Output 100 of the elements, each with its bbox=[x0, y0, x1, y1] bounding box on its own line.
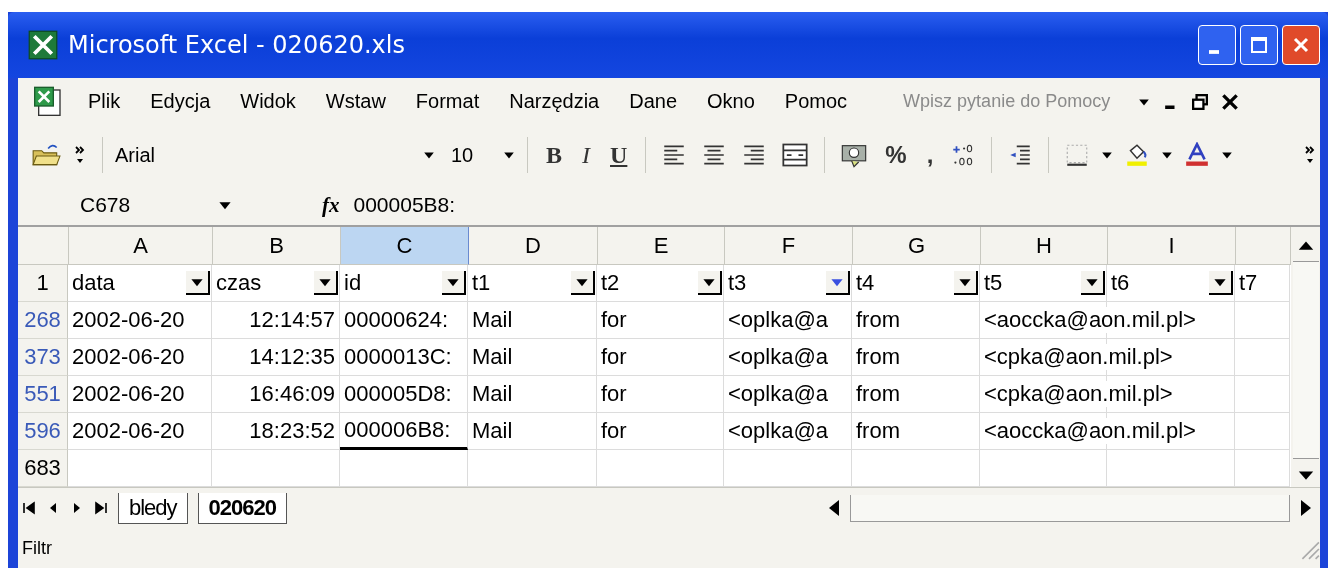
workbook-icon[interactable] bbox=[32, 85, 64, 118]
table-cell bbox=[1235, 413, 1290, 450]
filter-dropdown-button[interactable] bbox=[442, 271, 466, 295]
underline-button[interactable]: U bbox=[604, 141, 634, 169]
font-color-icon[interactable] bbox=[1184, 142, 1211, 168]
function-label[interactable]: fx bbox=[322, 192, 340, 218]
table-cell: for bbox=[597, 339, 724, 376]
maximize-button[interactable] bbox=[1240, 25, 1278, 65]
font-name-field[interactable]: Arial bbox=[115, 143, 155, 167]
table-cell: t3 bbox=[728, 270, 747, 296]
bold-button[interactable]: B bbox=[540, 141, 568, 169]
table-cell bbox=[1235, 376, 1290, 413]
menu-item[interactable]: Okno bbox=[707, 90, 755, 113]
column-header[interactable]: D bbox=[469, 227, 598, 265]
sheet-tab[interactable]: 020620 bbox=[197, 492, 287, 524]
table-cell: 14:12:35 bbox=[212, 339, 340, 376]
menu-item[interactable]: Format bbox=[415, 90, 480, 113]
column-header[interactable]: A bbox=[69, 227, 213, 265]
menu-item[interactable]: Wstaw bbox=[325, 90, 386, 113]
menu-item[interactable]: Dane bbox=[629, 90, 678, 113]
menu-item[interactable]: Narzędzia bbox=[509, 90, 600, 113]
column-header[interactable]: C bbox=[341, 227, 469, 265]
restore-icon[interactable] bbox=[1192, 93, 1209, 110]
row-header[interactable]: 683 bbox=[18, 450, 68, 487]
filter-dropdown-button[interactable] bbox=[1209, 271, 1233, 295]
table-cell: <oplka@a bbox=[724, 339, 852, 376]
minimize-button[interactable] bbox=[1198, 25, 1236, 65]
table-cell bbox=[1235, 450, 1290, 487]
sheet-tab[interactable]: bledy bbox=[118, 492, 188, 524]
merge-center-icon[interactable] bbox=[781, 141, 810, 169]
table-cell: from bbox=[852, 339, 980, 376]
table-cell: t4 bbox=[856, 270, 875, 296]
percent-button[interactable]: % bbox=[879, 141, 913, 169]
close-button[interactable] bbox=[1282, 25, 1320, 65]
first-sheet-icon[interactable] bbox=[22, 501, 36, 515]
comma-button[interactable]: , bbox=[920, 141, 940, 169]
table-cell bbox=[1235, 339, 1290, 376]
window-title: Microsoft Excel - 020620.xls bbox=[68, 31, 405, 59]
table-cell: for bbox=[597, 413, 724, 450]
row-header[interactable]: 551 bbox=[18, 376, 68, 413]
filter-dropdown-button[interactable] bbox=[954, 271, 978, 295]
font-size-field[interactable]: 10 bbox=[451, 143, 474, 167]
column-header[interactable]: H bbox=[981, 227, 1108, 265]
row-header[interactable]: 268 bbox=[18, 302, 68, 339]
table-cell: 00000624: bbox=[340, 302, 468, 339]
italic-button[interactable]: I bbox=[576, 141, 596, 169]
scrollbar-track[interactable] bbox=[850, 494, 1290, 522]
table-cell: 18:23:52 bbox=[212, 413, 340, 450]
table-cell: t2 bbox=[601, 270, 620, 296]
menu-item[interactable]: Widok bbox=[240, 90, 296, 113]
table-cell: 2002-06-20 bbox=[68, 302, 212, 339]
status-text: Filtr bbox=[22, 538, 52, 559]
table-cell: t5 bbox=[984, 270, 1003, 296]
table-cell: <oplka@a bbox=[724, 302, 852, 339]
table-cell: id bbox=[344, 270, 362, 296]
row-header[interactable]: 1 bbox=[18, 265, 68, 302]
table-cell: from bbox=[852, 376, 980, 413]
filter-dropdown-button[interactable] bbox=[314, 271, 338, 295]
table-cell: <aoccka@aon.mil.pl> bbox=[980, 302, 1235, 339]
column-header[interactable]: I bbox=[1108, 227, 1236, 265]
table-cell: <oplka@a bbox=[724, 413, 852, 450]
table-cell: 2002-06-20 bbox=[68, 413, 212, 450]
minimize-icon bbox=[1209, 50, 1219, 54]
maximize-icon bbox=[1249, 35, 1269, 55]
close-icon bbox=[1291, 35, 1311, 55]
table-cell: 2002-06-20 bbox=[68, 339, 212, 376]
row-header[interactable]: 373 bbox=[18, 339, 68, 376]
menu-item[interactable]: Plik bbox=[88, 90, 121, 113]
filter-dropdown-button[interactable] bbox=[186, 271, 210, 295]
filter-dropdown-button[interactable] bbox=[571, 271, 595, 295]
column-header[interactable]: G bbox=[853, 227, 981, 265]
last-sheet-icon[interactable] bbox=[94, 501, 108, 515]
column-header[interactable]: E bbox=[598, 227, 725, 265]
table-cell: from bbox=[852, 413, 980, 450]
table-cell: 12:14:57 bbox=[212, 302, 340, 339]
filter-dropdown-button[interactable] bbox=[826, 271, 850, 295]
folder-icon[interactable] bbox=[31, 142, 61, 168]
table-cell: 2002-06-20 bbox=[68, 376, 212, 413]
close-icon[interactable] bbox=[1222, 93, 1239, 110]
table-cell: t6 bbox=[1111, 270, 1130, 296]
table-cell: <oplka@a bbox=[724, 376, 852, 413]
table-cell: 000005D8: bbox=[340, 376, 468, 413]
table-cell: <cpka@aon.mil.pl> bbox=[980, 376, 1235, 413]
menu-item[interactable]: Edycja bbox=[150, 90, 211, 113]
table-cell: data bbox=[72, 270, 115, 296]
table-cell: t1 bbox=[472, 270, 491, 296]
table-cell: czas bbox=[216, 270, 262, 296]
table-cell: Mail bbox=[468, 376, 597, 413]
table-cell: for bbox=[597, 376, 724, 413]
column-header[interactable]: F bbox=[725, 227, 853, 265]
table-cell: from bbox=[852, 302, 980, 339]
name-box[interactable]: C678 bbox=[80, 193, 131, 217]
menu-item[interactable]: Pomoc bbox=[784, 90, 848, 113]
filter-dropdown-button[interactable] bbox=[698, 271, 722, 295]
filter-dropdown-button[interactable] bbox=[1081, 271, 1105, 295]
row-header[interactable]: 596 bbox=[18, 413, 68, 450]
table-cell: <aoccka@aon.mil.pl> bbox=[980, 413, 1235, 450]
table-cell: Mail bbox=[468, 302, 597, 339]
table-cell: for bbox=[597, 302, 724, 339]
formula-field[interactable]: 000005B8: bbox=[353, 193, 456, 217]
